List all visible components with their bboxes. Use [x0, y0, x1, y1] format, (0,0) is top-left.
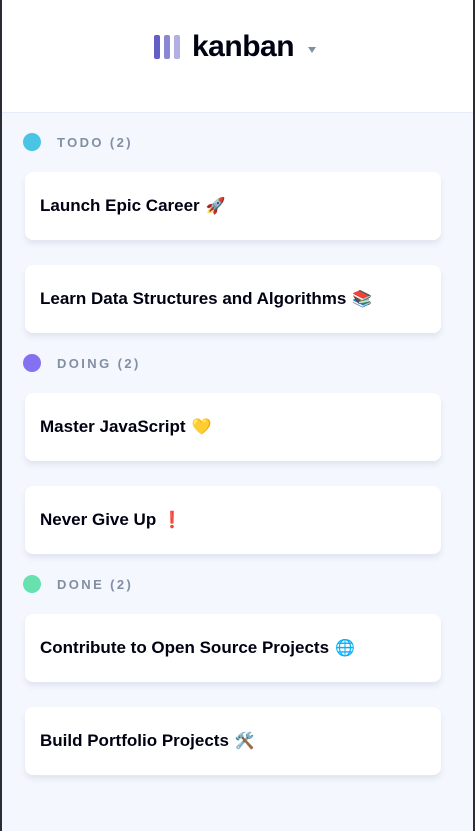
column-doing: DOING (2) Master JavaScript 💛 Never Give…: [23, 353, 441, 554]
column-done: DONE (2) Contribute to Open Source Proje…: [23, 574, 441, 775]
kanban-logo-icon: [154, 35, 180, 59]
header: kanban: [2, 0, 473, 113]
task-title: Build Portfolio Projects: [40, 731, 229, 750]
column-title: TODO: [57, 134, 104, 150]
column-count: (2): [117, 355, 141, 371]
task-title: Launch Epic Career: [40, 196, 200, 215]
task-title: Learn Data Structures and Algorithms: [40, 289, 347, 308]
task-card[interactable]: Build Portfolio Projects 🛠️: [25, 707, 441, 775]
chevron-down-icon[interactable]: [308, 47, 317, 53]
logo-bar: [154, 35, 160, 59]
column-todo: TODO (2) Launch Epic Career 🚀 Learn Data…: [23, 132, 441, 333]
task-title: Contribute to Open Source Projects: [40, 638, 330, 657]
board-selector[interactable]: kanban: [154, 30, 317, 64]
app-frame: kanban TODO (2) Launch Epic Career 🚀 Lea…: [0, 0, 475, 831]
status-dot-icon: [23, 133, 41, 151]
task-card[interactable]: Learn Data Structures and Algorithms 📚: [25, 265, 441, 333]
logo-bar: [174, 35, 180, 59]
books-icon: 📚: [352, 291, 373, 308]
task-title: Master JavaScript: [40, 417, 186, 436]
task-card[interactable]: Launch Epic Career 🚀: [25, 172, 441, 240]
globe-icon: 🌐: [335, 640, 355, 657]
column-header: TODO (2): [23, 132, 441, 152]
column-header: DOING (2): [23, 353, 441, 373]
exclamation-icon: ❗: [162, 512, 183, 529]
status-dot-icon: [23, 575, 41, 593]
task-card[interactable]: Contribute to Open Source Projects 🌐: [25, 614, 441, 682]
column-header: DONE (2): [23, 574, 441, 594]
rocket-icon: 🚀: [205, 198, 226, 215]
status-dot-icon: [23, 354, 41, 372]
task-card[interactable]: Never Give Up ❗: [25, 486, 441, 554]
tools-icon: 🛠️: [234, 733, 255, 750]
task-card[interactable]: Master JavaScript 💛: [25, 393, 441, 461]
column-count: (2): [109, 134, 134, 150]
task-title: Never Give Up: [40, 510, 157, 529]
column-title: DOING: [57, 355, 112, 371]
app-name: kanban: [192, 30, 295, 63]
logo-bar: [164, 35, 170, 59]
heart-icon: 💛: [191, 419, 212, 436]
board-columns: TODO (2) Launch Epic Career 🚀 Learn Data…: [23, 112, 441, 775]
column-count: (2): [110, 576, 134, 592]
column-title: DONE: [57, 576, 105, 592]
